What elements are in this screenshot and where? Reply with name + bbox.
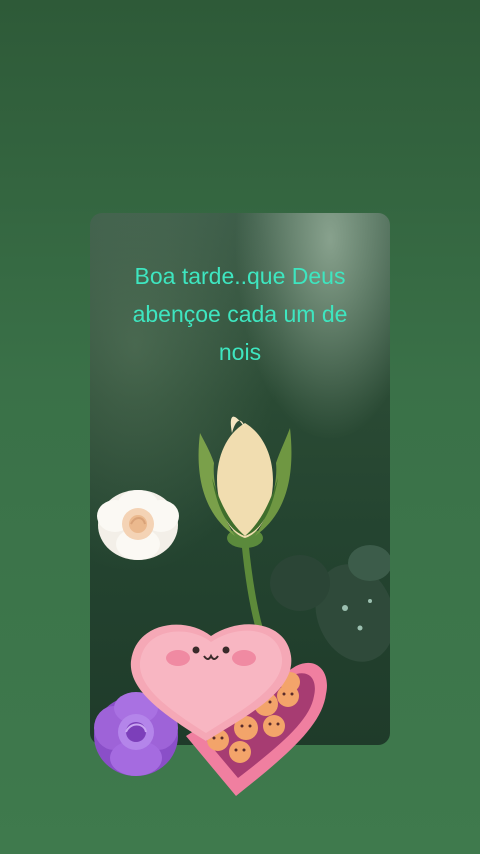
white-rose-icon [95,486,181,564]
greeting-text: Boa tarde..que Deus abençoe cada um de n… [132,263,348,365]
heart-chocolate-box-icon [126,616,336,802]
